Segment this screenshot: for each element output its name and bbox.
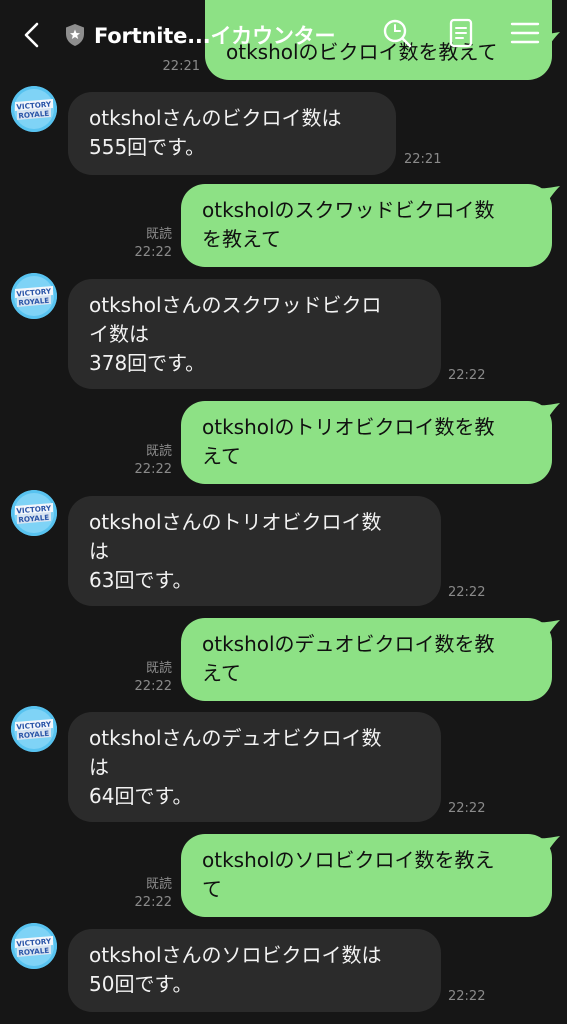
message-timestamp: 22:22 xyxy=(134,679,172,694)
bubble-tail xyxy=(538,403,560,421)
chevron-left-icon xyxy=(24,22,39,48)
menu-button[interactable] xyxy=(508,16,542,50)
victory-royale-icon: VICTORYROYALE xyxy=(11,923,57,969)
chat-title-area[interactable]: Fortnite...イカウンター xyxy=(64,17,360,53)
avatar[interactable]: VICTORY ROYALE xyxy=(11,706,57,752)
message-timestamp: 22:22 xyxy=(448,801,486,816)
chat-title: Fortnite...イカウンター xyxy=(94,24,336,48)
victory-royale-icon: VICTORYROYALE xyxy=(11,86,57,132)
message-bubble[interactable]: otksholさんのビクロイ数は 555回です。 xyxy=(68,92,396,175)
search-button[interactable] xyxy=(380,16,414,50)
message-bubble[interactable]: otksholさんのデュオビクロイ数 は 64回です。 xyxy=(68,712,441,822)
message-timestamp: 22:22 xyxy=(448,989,486,1004)
message-timestamp: 22:22 xyxy=(134,895,172,910)
avatar[interactable]: VICTORY ROYALE xyxy=(11,923,57,969)
victory-royale-icon: VICTORYROYALE xyxy=(11,706,57,752)
chat-screen: Fortnite...イカウンター otksholのビクロイ数を教えて 22:21… xyxy=(0,0,567,1024)
bubble-tail xyxy=(538,620,560,638)
search-icon xyxy=(383,19,412,48)
notes-button[interactable] xyxy=(444,16,478,50)
notes-icon xyxy=(449,18,473,48)
read-receipt: 既読 xyxy=(145,444,172,459)
message-bubble[interactable]: otksholのソロビクロイ数を教え て xyxy=(181,834,552,917)
message-timestamp: 22:22 xyxy=(134,245,172,260)
bubble-tail xyxy=(538,836,560,854)
shield-star-icon xyxy=(66,24,84,46)
message-timestamp: 22:22 xyxy=(448,368,486,383)
message-bubble[interactable]: otksholのデュオビクロイ数を教 えて xyxy=(181,618,552,701)
avatar[interactable]: VICTORY ROYALE xyxy=(11,490,57,536)
bubble-tail xyxy=(538,186,560,204)
message-bubble[interactable]: otksholのスクワッドビクロイ数 を教えて xyxy=(181,184,552,267)
chat-header: Fortnite...イカウンター xyxy=(0,0,567,66)
back-button[interactable] xyxy=(18,20,46,50)
message-timestamp: 22:21 xyxy=(404,152,442,167)
victory-royale-icon: VICTORYROYALE xyxy=(11,273,57,319)
read-receipt: 既読 xyxy=(145,661,172,676)
read-receipt: 既読 xyxy=(145,227,172,242)
message-bubble[interactable]: otksholさんのソロビクロイ数は 50回です。 xyxy=(68,929,441,1012)
avatar[interactable]: VICTORY ROYALE xyxy=(11,86,57,132)
message-bubble[interactable]: otksholのトリオビクロイ数を教 えて xyxy=(181,401,552,484)
message-bubble[interactable]: otksholさんのスクワッドビクロ イ数は 378回です。 xyxy=(68,279,441,389)
message-bubble[interactable]: otksholさんのトリオビクロイ数 は 63回です。 xyxy=(68,496,441,606)
victory-royale-icon: VICTORYROYALE xyxy=(11,490,57,536)
read-receipt: 既読 xyxy=(145,877,172,892)
message-timestamp: 22:22 xyxy=(448,585,486,600)
avatar[interactable]: VICTORY ROYALE xyxy=(11,273,57,319)
menu-icon xyxy=(510,22,540,44)
message-timestamp: 22:22 xyxy=(134,462,172,477)
